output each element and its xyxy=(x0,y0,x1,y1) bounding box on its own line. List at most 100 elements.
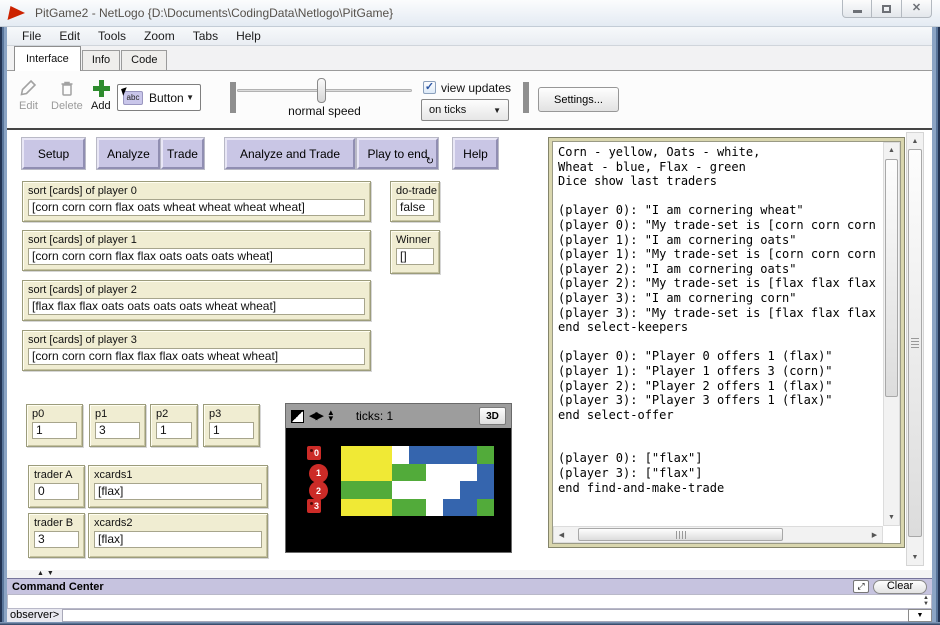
edit-tool-label: Edit xyxy=(19,100,38,112)
monitor-label: do-trade xyxy=(396,185,434,197)
menu-help[interactable]: Help xyxy=(227,27,270,45)
output-inner: Corn - yellow, Oats - white, Wheat - blu… xyxy=(552,141,901,544)
patch-cell xyxy=(443,446,460,464)
analyze-button[interactable]: Analyze xyxy=(97,138,160,169)
monitor-p1: p1 3 xyxy=(89,404,146,447)
menu-edit[interactable]: Edit xyxy=(50,27,89,45)
scroll-down-icon[interactable]: ▼ xyxy=(907,549,923,565)
player-marker-1: 1 xyxy=(309,464,328,483)
netlogo-window: PitGame2 - NetLogo {D:\Documents\CodingD… xyxy=(0,0,940,625)
monitor-cards-player1: sort [cards] of player 1 [corn corn corn… xyxy=(22,230,371,271)
tab-code[interactable]: Code xyxy=(121,50,167,70)
play-to-end-button[interactable]: Play to end↻ xyxy=(357,138,438,169)
monitor-value: [corn corn corn flax flax oats oats oats… xyxy=(28,248,365,265)
update-mode-dropdown[interactable]: on ticks ▼ xyxy=(421,99,509,121)
patch-cell xyxy=(477,446,494,464)
view-updates-checkbox[interactable]: ✓ xyxy=(423,81,436,94)
settings-button[interactable]: Settings... xyxy=(538,87,619,112)
monitor-value: false xyxy=(396,199,434,216)
close-button[interactable]: ✕ xyxy=(902,0,932,18)
maximize-button[interactable] xyxy=(872,0,902,18)
toolbar-separator xyxy=(230,82,236,113)
scroll-up-icon[interactable]: ▲ xyxy=(907,133,923,149)
vertical-scroll-thumb[interactable] xyxy=(908,149,922,537)
patch-cell xyxy=(392,481,409,499)
player-marker-label: 1 xyxy=(316,468,321,478)
monitor-label: p1 xyxy=(95,408,140,420)
patch-cell xyxy=(426,464,443,482)
scroll-right-icon[interactable]: ▶ xyxy=(867,527,882,542)
scroll-grip xyxy=(676,531,686,539)
mini-scrollbar[interactable]: ▲▼ xyxy=(923,595,929,607)
monitor-value: 1 xyxy=(209,422,254,439)
help-button[interactable]: Help xyxy=(453,138,498,169)
menu-file[interactable]: File xyxy=(13,27,50,45)
monitor-xcards1: xcards1 [flax] xyxy=(88,465,268,508)
output-vertical-scrollbar[interactable]: ▲ ▼ xyxy=(883,142,900,526)
popout-icon: ⤢ xyxy=(857,581,864,591)
play-to-end-label: Play to end xyxy=(367,147,427,161)
patch-cell xyxy=(426,481,443,499)
command-history-button[interactable]: ▼ xyxy=(908,609,932,622)
scroll-down-icon[interactable]: ▼ xyxy=(923,601,929,607)
view-3d-button[interactable]: 3D xyxy=(479,407,506,425)
popout-button[interactable]: ⤢ xyxy=(853,580,869,593)
menu-zoom[interactable]: Zoom xyxy=(135,27,184,45)
scroll-down-icon[interactable]: ▼ xyxy=(884,510,899,525)
setup-button[interactable]: Setup xyxy=(22,138,85,169)
output-text: Corn - yellow, Oats - white, Wheat - blu… xyxy=(553,142,882,525)
vertical-scroll-thumb[interactable] xyxy=(885,159,898,397)
widget-type-dropdown[interactable]: abc Button ▼ xyxy=(117,84,201,111)
splitter-arrows-icon[interactable]: ▲▼ xyxy=(37,570,57,578)
monitor-p2: p2 1 xyxy=(150,404,198,447)
monitor-label: sort [cards] of player 3 xyxy=(28,334,365,346)
edit-tool[interactable]: Edit xyxy=(19,79,38,112)
clear-button[interactable]: Clear xyxy=(873,580,927,594)
scroll-up-icon[interactable]: ▲ xyxy=(884,143,899,158)
minimize-icon xyxy=(853,10,862,13)
horizontal-scroll-thumb[interactable] xyxy=(578,528,783,541)
vertical-stretch-icon[interactable]: ▲▼ xyxy=(327,410,335,422)
command-center-header: Command Center ⤢ Clear xyxy=(7,578,932,594)
delete-tool[interactable]: Delete xyxy=(51,79,83,112)
interface-canvas: Setup Analyze Trade Analyze and Trade Pl… xyxy=(7,128,932,570)
monitor-winner: Winner [] xyxy=(390,230,440,274)
command-input[interactable] xyxy=(62,609,908,622)
patch-cell xyxy=(477,481,494,499)
command-input-row: observer> ▼ xyxy=(7,609,932,622)
monitor-value: 0 xyxy=(34,483,79,500)
patch-grid xyxy=(341,446,494,516)
output-horizontal-scrollbar[interactable]: ◀ ▶ xyxy=(553,526,883,543)
minimize-button[interactable] xyxy=(842,0,872,18)
command-center-splitter[interactable]: ▲▼ xyxy=(7,570,932,578)
window-border-left xyxy=(0,27,7,625)
patch-cell xyxy=(358,464,375,482)
netlogo-logo-icon xyxy=(9,6,27,20)
analyze-button-label: Analyze xyxy=(107,147,150,161)
horizontal-stretch-icon[interactable]: ◀▶ xyxy=(309,411,322,422)
setup-button-label: Setup xyxy=(38,147,69,161)
view-header: ◀▶ ▲▼ ticks: 1 3D xyxy=(286,404,511,428)
tab-info[interactable]: Info xyxy=(82,50,120,70)
patch-cell xyxy=(443,481,460,499)
trade-button[interactable]: Trade xyxy=(161,138,204,169)
monitor-do-trade: do-trade false xyxy=(390,181,440,222)
monitor-label: Winner xyxy=(396,234,434,246)
world-canvas[interactable]: 0123 xyxy=(286,428,511,552)
monitor-label: xcards1 xyxy=(94,469,262,481)
patch-cell xyxy=(341,481,358,499)
resize-view-icon[interactable] xyxy=(291,410,304,423)
patch-cell xyxy=(358,481,375,499)
menu-tabs[interactable]: Tabs xyxy=(184,27,227,45)
analyze-and-trade-button[interactable]: Analyze and Trade xyxy=(225,138,355,169)
scroll-left-icon[interactable]: ◀ xyxy=(554,527,569,542)
command-center-title: Command Center xyxy=(12,581,104,593)
tab-interface[interactable]: Interface xyxy=(14,46,81,71)
patch-cell xyxy=(460,499,477,517)
monitor-value: [flax] xyxy=(94,531,262,548)
add-tool[interactable]: Add xyxy=(91,79,111,112)
interface-vertical-scrollbar[interactable]: ▲ ▼ xyxy=(906,132,924,566)
speed-slider-thumb[interactable] xyxy=(317,78,326,103)
menu-tools[interactable]: Tools xyxy=(89,27,135,45)
cursor-arrow-icon xyxy=(121,87,129,96)
